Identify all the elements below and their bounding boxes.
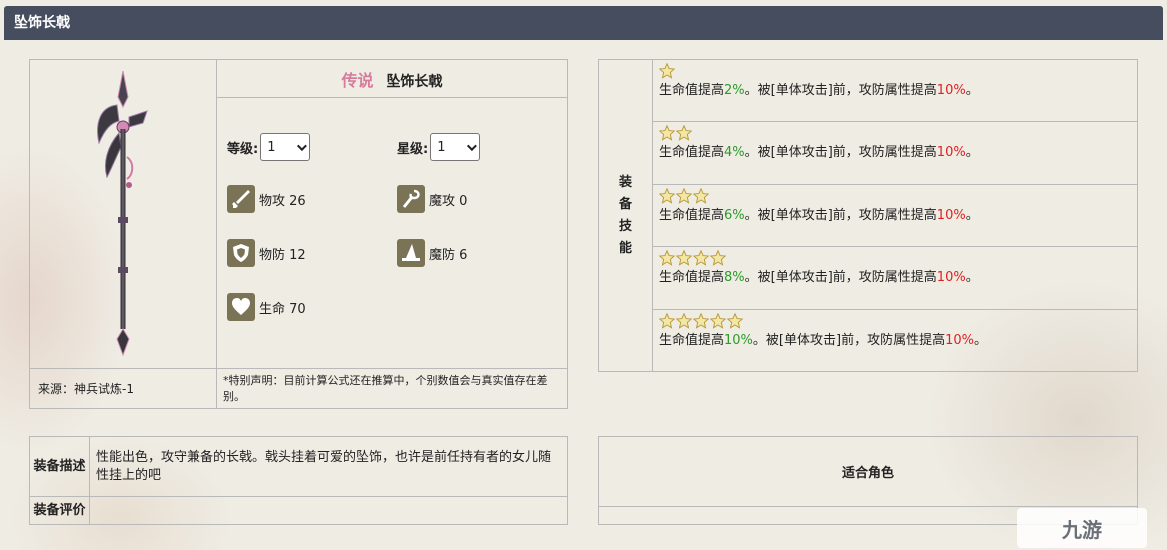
star-rating — [659, 312, 1131, 331]
star-rating — [659, 250, 1131, 268]
sword-icon — [227, 185, 255, 213]
skill-row: 生命值提高6%。被[单体攻击]前，攻防属性提高10%。 — [652, 183, 1138, 248]
chevron-down-icon — [467, 140, 478, 151]
shield-icon — [227, 239, 255, 267]
star-icon — [659, 63, 675, 79]
evaluation-label: 装备评价 — [29, 496, 90, 525]
heart-icon — [227, 293, 255, 321]
equipment-image — [29, 59, 217, 369]
star-icon — [659, 187, 675, 204]
chevron-down-icon — [297, 140, 308, 151]
skill-row: 生命值提高2%。被[单体攻击]前，攻防属性提高10%。 — [652, 58, 1138, 123]
equipment-title: 传说 坠饰长戟 — [216, 59, 568, 98]
star-icon — [659, 250, 675, 266]
equipment-table: 传说 坠饰长戟 等级: 1 星级: 1 物攻 26 魔攻 0 物防 12 魔防 … — [29, 59, 568, 409]
skill-row: 生命值提高10%。被[单体攻击]前，攻防属性提高10%。 — [652, 308, 1138, 373]
source-text: 来源：神兵试炼-1 — [29, 368, 217, 409]
star-icon — [659, 312, 675, 329]
star-icon — [659, 125, 675, 142]
star-icon — [676, 125, 692, 142]
disclaimer-note: *特别声明：目前计算公式还在推算中，个别数值会与真实值存在差别。 — [216, 368, 568, 409]
star-select[interactable]: 1 — [430, 133, 481, 161]
wand-icon — [397, 185, 425, 213]
stat-physical-attack: 物攻 26 — [227, 182, 397, 216]
level-select[interactable]: 1 — [260, 133, 311, 161]
site-watermark-logo: 九游 — [1017, 508, 1147, 548]
description-table: 装备描述 性能出色，攻守兼备的长戟。戟头挂着可爱的坠饰，也许是前任持有者的女儿随… — [29, 435, 568, 525]
stat-hp: 生命 70 — [227, 290, 397, 324]
skill-row: 生命值提高4%。被[单体攻击]前，攻防属性提高10%。 — [652, 121, 1138, 185]
rarity-label: 传说 — [341, 70, 374, 90]
star-icon — [710, 250, 726, 266]
star-icon — [693, 312, 709, 329]
skills-label: 装 备 技 能 — [598, 59, 653, 372]
star-rating — [659, 187, 1131, 206]
equipment-name: 坠饰长戟 — [386, 73, 443, 90]
star-icon — [727, 312, 743, 329]
description-label: 装备描述 — [29, 435, 90, 498]
star-icon — [676, 312, 692, 329]
wizard-hat-icon — [397, 239, 425, 267]
level-group: 等级: 1 — [227, 133, 397, 161]
star-icon — [693, 187, 709, 204]
star-icon — [710, 312, 726, 329]
star-rating — [659, 63, 1131, 81]
skill-row: 生命值提高8%。被[单体攻击]前，攻防属性提高10%。 — [652, 246, 1138, 310]
star-icon — [676, 250, 692, 266]
star-label: 星级: — [397, 141, 429, 157]
description-text: 性能出色，攻守兼备的长戟。戟头挂着可爱的坠饰，也许是前任持有者的女儿随性挂上的吧 — [89, 435, 568, 498]
star-rating — [659, 125, 1131, 143]
stat-magic-defense: 魔防 6 — [397, 236, 567, 270]
stat-magic-attack: 魔攻 0 — [397, 182, 567, 216]
stat-physical-defense: 物防 12 — [227, 236, 397, 270]
equipment-skills-table: 装 备 技 能 生命值提高2%。被[单体攻击]前，攻防属性提高10%。 生命值提… — [598, 58, 1138, 373]
stats-panel: 等级: 1 星级: 1 物攻 26 魔攻 0 物防 12 魔防 6 生命 70 — [216, 97, 568, 369]
star-select-value: 1 — [437, 139, 446, 155]
halberd-icon — [97, 70, 148, 357]
star-icon — [676, 187, 692, 204]
star-group: 星级: 1 — [397, 133, 567, 161]
level-label: 等级: — [227, 141, 259, 157]
page-title: 坠饰长戟 — [4, 6, 1163, 40]
suitable-roles-title: 适合角色 — [598, 436, 1138, 507]
level-select-value: 1 — [267, 139, 276, 155]
evaluation-text — [89, 496, 568, 525]
star-icon — [693, 250, 709, 266]
